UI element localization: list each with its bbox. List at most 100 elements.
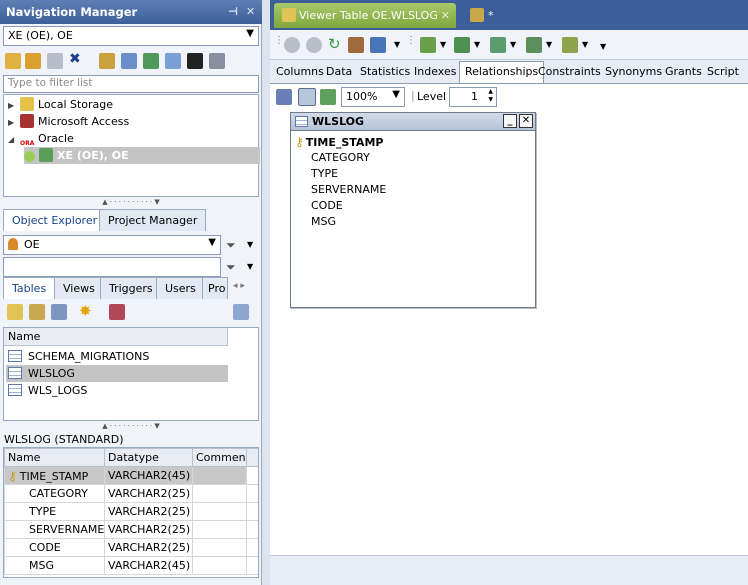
collapse-icon[interactable]: ◢: [8, 131, 20, 148]
splitter-handle[interactable]: ▲ · · · · · · · · · · ▼: [3, 423, 259, 430]
panel-divider[interactable]: [262, 0, 270, 585]
toolbar-grip: ⋮: [406, 35, 416, 46]
tab-scroll-icon[interactable]: ◂ ▸: [233, 281, 245, 291]
chevron-down-icon[interactable]: ▼: [440, 40, 446, 49]
export-data-icon[interactable]: [454, 37, 470, 53]
save-icon[interactable]: [370, 37, 386, 53]
view-table-icon[interactable]: [51, 304, 67, 320]
pin-icon[interactable]: ⊣: [228, 5, 238, 18]
list-item[interactable]: WLSLOG: [6, 365, 228, 382]
level-label: Level: [417, 90, 447, 103]
overflow-icon[interactable]: ▼: [600, 42, 606, 51]
tab-procedures[interactable]: Pro: [202, 277, 228, 299]
tab-relationships[interactable]: Relationships: [459, 61, 545, 83]
list-item[interactable]: WLS_LOGS: [6, 382, 87, 399]
table-row[interactable]: SERVERNAME VARCHAR2(25): [4, 520, 258, 539]
tree-item-local-storage[interactable]: ▶ Local Storage: [8, 96, 113, 113]
edit-connection-icon[interactable]: [47, 53, 63, 69]
navigation-manager-title: Navigation Manager ⊣ ✕: [0, 0, 262, 24]
import-data-icon[interactable]: [526, 37, 542, 53]
stepper-arrows-icon[interactable]: ▲ ▼: [488, 88, 493, 104]
new-table-icon[interactable]: [7, 304, 23, 320]
columns-grid: Name Datatype Comment ⚷ TIME_STAMP VARCHA…: [3, 447, 259, 578]
import-icon[interactable]: [121, 53, 137, 69]
chevron-down-icon[interactable]: ▼: [546, 40, 552, 49]
tab-users[interactable]: Users: [156, 277, 205, 299]
delete-connection-icon[interactable]: ✖: [69, 51, 81, 67]
close-button[interactable]: ✕: [519, 114, 533, 128]
chevron-down-icon[interactable]: ▼: [247, 240, 253, 249]
connect-icon[interactable]: [5, 53, 21, 69]
column-header[interactable]: Name: [4, 448, 105, 467]
filter-data-icon[interactable]: [348, 37, 364, 53]
tab-constraints[interactable]: Constraints: [533, 62, 606, 82]
forward-icon[interactable]: [306, 37, 322, 53]
export-icon[interactable]: [143, 53, 159, 69]
filter-icon[interactable]: ⏷: [226, 238, 236, 253]
tab-data[interactable]: Data: [321, 62, 357, 82]
tab-views[interactable]: Views: [54, 277, 104, 299]
tab-object-explorer[interactable]: Object Explorer: [3, 209, 107, 231]
table-row[interactable]: TYPE VARCHAR2(25): [4, 502, 258, 521]
filter-input[interactable]: Type to filter list: [3, 75, 259, 93]
object-filter-input[interactable]: [3, 257, 221, 277]
console-icon[interactable]: [187, 53, 203, 69]
close-tab-icon[interactable]: ✕: [441, 9, 450, 22]
grid-view-icon[interactable]: [298, 88, 316, 106]
tab-tables[interactable]: Tables: [3, 277, 56, 299]
tab-script[interactable]: Script: [702, 62, 744, 82]
edit-table-icon[interactable]: [29, 304, 45, 320]
filter-icon[interactable]: ⏷: [226, 260, 236, 275]
zoom-select[interactable]: 100% ▼: [341, 87, 405, 107]
copy-table-icon[interactable]: [490, 37, 506, 53]
table-row[interactable]: CODE VARCHAR2(25): [4, 538, 258, 557]
tab-synonyms[interactable]: Synonyms: [600, 62, 667, 82]
minimize-button[interactable]: _: [503, 114, 517, 128]
entity-title-bar[interactable]: WLSLOG _ ✕: [291, 113, 535, 131]
connection-select[interactable]: XE (OE), OE ▼: [3, 26, 259, 46]
settings-icon[interactable]: [209, 53, 225, 69]
view-mode-icon[interactable]: [233, 304, 249, 320]
column-header[interactable]: Datatype: [104, 448, 193, 467]
properties-icon[interactable]: [99, 53, 115, 69]
expand-icon[interactable]: ▶: [8, 114, 20, 131]
tree-item-oracle[interactable]: ◢ ORA Oracle: [8, 130, 74, 147]
chevron-down-icon[interactable]: ▼: [474, 40, 480, 49]
chevron-down-icon[interactable]: ▼: [510, 40, 516, 49]
chevron-down-icon[interactable]: ▼: [247, 262, 253, 271]
splitter-handle[interactable]: ▲ · · · · · · · · · · ▼: [3, 199, 259, 206]
auto-layout-icon[interactable]: [276, 89, 292, 105]
tab-triggers[interactable]: Triggers: [100, 277, 162, 299]
hierarchy-icon[interactable]: [320, 89, 336, 105]
tree-item-xe-connection[interactable]: XE (OE), OE: [24, 147, 260, 164]
close-icon[interactable]: ✕: [246, 5, 255, 18]
expand-icon[interactable]: ▶: [8, 97, 20, 114]
new-connection-icon[interactable]: [25, 53, 41, 69]
compare-icon[interactable]: [562, 37, 578, 53]
tab-viewer-table[interactable]: Viewer Table OE.WLSLOG ✕: [274, 3, 456, 28]
drop-table-icon[interactable]: [109, 304, 125, 320]
table-row[interactable]: CATEGORY VARCHAR2(25): [4, 484, 258, 503]
copy-icon[interactable]: [165, 53, 181, 69]
tab-indexes[interactable]: Indexes: [409, 62, 461, 82]
column-header[interactable]: Comment: [192, 448, 247, 467]
back-icon[interactable]: [284, 37, 300, 53]
overflow-icon[interactable]: ▼: [394, 40, 400, 49]
navigation-manager-panel: Navigation Manager ⊣ ✕ XE (OE), OE ▼ ✖ T…: [0, 0, 262, 585]
table-row[interactable]: ⚷ TIME_STAMP VARCHAR2(45): [4, 466, 258, 485]
table-icon: [8, 367, 22, 379]
schema-select[interactable]: OE ▼: [3, 235, 221, 255]
script-icon[interactable]: [420, 37, 436, 53]
entity-wlslog[interactable]: WLSLOG _ ✕ ⚷ TIME_STAMP CATEGORY TYPE SER…: [290, 112, 536, 308]
tree-item-microsoft-access[interactable]: ▶ Microsoft Access: [8, 113, 129, 130]
table-row[interactable]: MSG VARCHAR2(45): [4, 556, 258, 575]
favorite-icon[interactable]: ✸: [79, 302, 92, 320]
tab-project-manager[interactable]: Project Manager: [99, 209, 207, 231]
tab-grants[interactable]: Grants: [660, 62, 707, 82]
refresh-icon[interactable]: ↻: [328, 35, 341, 53]
level-stepper[interactable]: 1 ▲ ▼: [449, 87, 497, 107]
tab-statistics[interactable]: Statistics: [355, 62, 415, 82]
list-item[interactable]: SCHEMA_MIGRATIONS: [6, 348, 149, 365]
chevron-down-icon[interactable]: ▼: [582, 40, 588, 49]
tab-new-document[interactable]: *: [462, 3, 502, 28]
